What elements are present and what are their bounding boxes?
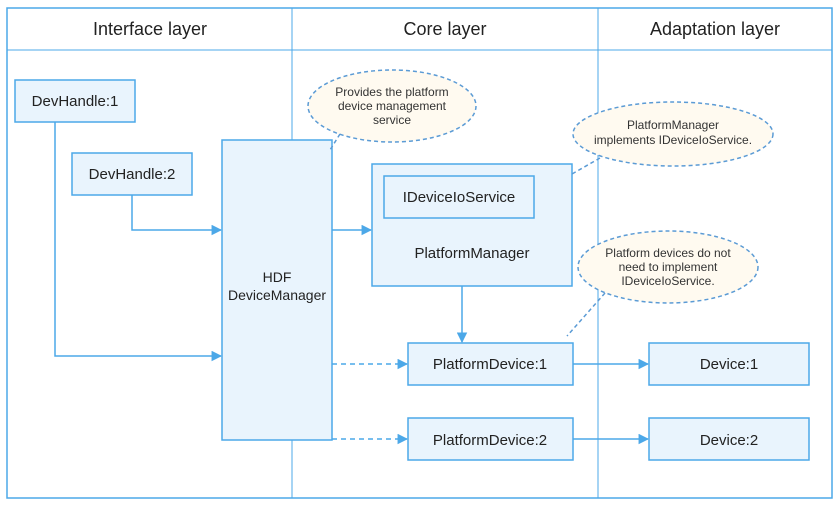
label-platform-dev2: PlatformDevice:2 [433,432,547,449]
col-header-core: Core layer [403,19,486,39]
label-platform-mgr: PlatformManager [414,245,529,262]
label-devhandle1: DevHandle:1 [32,93,119,110]
callout1-l1: Provides the platform [335,85,448,99]
col-header-adaptation: Adaptation layer [650,19,780,39]
label-hdf-l2: DeviceManager [228,287,326,303]
label-device2: Device:2 [700,432,758,449]
callout3-l2: need to implement [619,260,718,274]
callout3-l1: Platform devices do not [605,246,731,260]
arrow-devhandle2-hdf [132,195,221,230]
label-hdf-l1: HDF [263,269,292,285]
callout1-l2: device management [338,99,447,113]
label-device1: Device:1 [700,356,758,373]
label-ideviceio: IDeviceIoService [403,189,516,206]
callout2-l1: PlatformManager [627,118,719,132]
label-platform-dev1: PlatformDevice:1 [433,356,547,373]
callout1-l3: service [373,113,411,127]
callout2-l2: implements IDeviceIoService. [594,133,752,147]
label-devhandle2: DevHandle:2 [89,166,176,183]
callout3-l3: IDeviceIoService. [621,274,714,288]
col-header-interface: Interface layer [93,19,207,39]
diagram-canvas: Interface layer Core layer Adaptation la… [0,0,839,505]
